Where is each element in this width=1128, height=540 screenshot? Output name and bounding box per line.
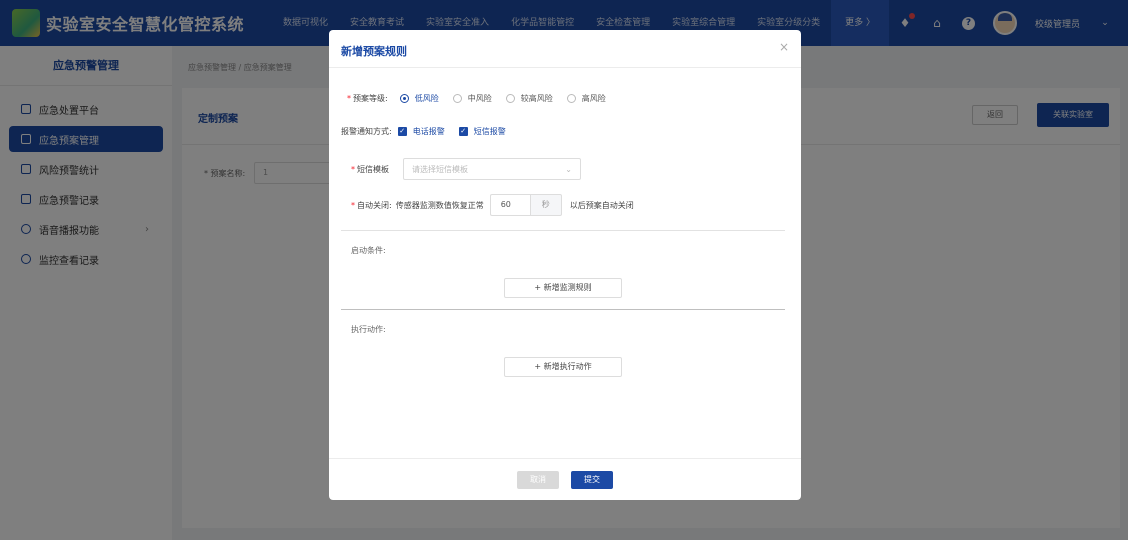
chevron-down-icon: ⌄ xyxy=(565,164,572,174)
auto-close-label: * 自动关闭: xyxy=(351,200,392,210)
seconds-unit: 秒 xyxy=(529,194,562,216)
checkbox-sms-alert[interactable]: ✓ 短信报警 xyxy=(458,126,506,137)
auto-close-suffix: 以后预案自动关闭 xyxy=(569,200,634,210)
divider xyxy=(341,230,785,231)
notify-label: 报警通知方式: xyxy=(341,127,392,136)
start-condition-label: 启动条件: xyxy=(351,246,386,255)
submit-button[interactable]: 提交 xyxy=(571,471,613,489)
radio-high-risk[interactable]: 高风险 xyxy=(566,93,606,104)
divider xyxy=(341,309,785,310)
level-label: * 预案等级: xyxy=(347,94,388,103)
radio-low-risk[interactable]: 低风险 xyxy=(399,93,439,104)
close-icon[interactable]: × xyxy=(779,40,789,54)
auto-close-seconds-input[interactable]: 60 xyxy=(489,194,530,216)
radio-medium-risk[interactable]: 中风险 xyxy=(452,93,492,104)
dialog-footer: 取消 提交 xyxy=(329,458,801,500)
sms-template-select[interactable]: 请选择短信模板 ⌄ xyxy=(403,158,581,180)
add-monitor-rule-button[interactable]: + 新增监测规则 xyxy=(504,278,622,298)
cancel-button[interactable]: 取消 xyxy=(517,471,559,489)
checkbox-phone-alert[interactable]: ✓ 电话报警 xyxy=(397,126,445,137)
add-plan-rule-dialog: 新增预案规则 × * 预案等级: 低风险 中风险 较高风险 高风险 报警通知方式:… xyxy=(329,30,801,500)
sms-template-label: * 短信模板 xyxy=(351,164,389,174)
auto-close-prefix: 传感器监测数值恢复正常 xyxy=(395,200,484,210)
add-action-button[interactable]: + 新增执行动作 xyxy=(504,357,622,377)
radio-higher-risk[interactable]: 较高风险 xyxy=(505,93,553,104)
actions-label: 执行动作: xyxy=(351,325,386,334)
dialog-title: 新增预案规则 xyxy=(341,45,407,58)
